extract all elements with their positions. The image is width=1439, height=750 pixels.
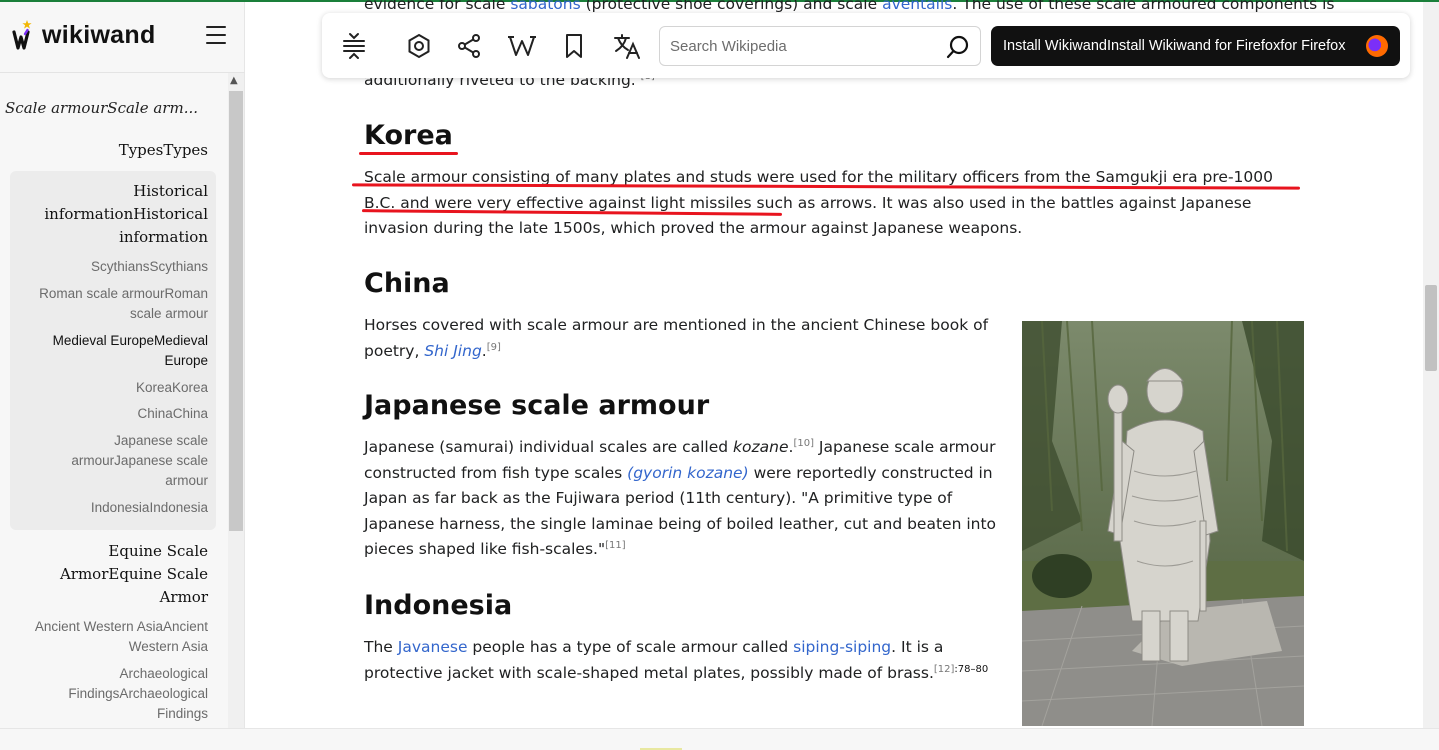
wikiwand-logo-icon [12,20,34,50]
paragraph-indonesia: The Javanese people has a type of scale … [364,638,989,682]
brand-name: wikiwand [42,20,156,49]
wikipedia-icon[interactable] [506,30,538,62]
toc-article-title[interactable]: Scale armourScale arm... [5,99,198,117]
article-toolbar: Install WikiwandInstall Wikiwand for Fir… [322,13,1410,78]
toc-item-historical-information[interactable]: Historical informationHistorical informa… [28,180,208,249]
toc-item-archaeological-findings[interactable]: Archaeological FindingsArchaeological Fi… [18,664,208,724]
search-input[interactable] [670,35,930,57]
toc-item-types[interactable]: TypesTypes [8,139,208,162]
menu-icon[interactable] [206,26,226,44]
install-wikiwand-button[interactable]: Install WikiwandInstall Wikiwand for Fir… [991,26,1400,66]
toc-item-indonesia[interactable]: IndonesiaIndonesia [18,498,208,518]
ref-12[interactable]: [12] [934,663,955,674]
statue-image[interactable] [1022,321,1304,726]
sidebar: wikiwand Scale armourScale arm... TypesT… [0,2,245,728]
firefox-icon [1366,35,1388,57]
bookmark-icon[interactable] [558,30,590,62]
search-icon[interactable] [946,35,970,63]
toc-item-roman-scale-armour[interactable]: Roman scale armourRoman scale armour [18,284,208,324]
toc-item-china[interactable]: ChinaChina [18,404,208,424]
ref-pages: :78–80 [954,663,989,675]
table-of-contents-icon[interactable] [338,30,370,62]
bottom-bar [0,728,1439,750]
toc-scrollbar-thumb[interactable] [229,91,243,531]
link-gyorin-kozane[interactable]: (gyorin kozane) [627,464,748,482]
toc-item-medieval-europe[interactable]: Medieval EuropeMedieval Europe [28,331,208,371]
wikiwand-logo[interactable]: wikiwand [12,20,156,50]
link-aventails[interactable]: aventails [882,0,952,13]
toc-item-ancient-western-asia[interactable]: Ancient Western AsiaAncient Western Asia [8,617,208,657]
link-siping-siping[interactable]: siping-siping [793,638,891,656]
heading-japanese-scale-armour: Japanese scale armour [364,390,710,421]
settings-icon[interactable] [403,30,435,62]
table-of-contents: Scale armourScale arm... TypesTypes Hist… [0,73,226,728]
ref-10[interactable]: [10] [793,438,814,449]
toc-item-korea[interactable]: KoreaKorea [18,378,208,398]
toc-item-scythians[interactable]: ScythiansScythians [18,257,208,277]
install-button-label: Install WikiwandInstall Wikiwand for Fir… [1003,38,1346,54]
heading-korea: Korea [364,120,453,151]
toc-item-japanese-scale-armour[interactable]: Japanese scale armourJapanese scale armo… [48,431,208,491]
paragraph-korea: Scale armour consisting of many plates a… [364,168,1273,237]
link-shi-jing[interactable]: Shi Jing [424,342,481,360]
page-scrollbar[interactable] [1423,2,1439,728]
search-box [659,26,981,66]
ref-11[interactable]: [11] [605,540,626,551]
translate-icon[interactable] [611,30,643,62]
link-sabatons[interactable]: sabatons [510,0,580,13]
toc-scrollbar[interactable]: ▲ [228,73,244,728]
paragraph-japanese-scale-armour: Japanese (samurai) individual scales are… [364,437,997,558]
page-scrollbar-thumb[interactable] [1425,285,1437,371]
scroll-up-arrow-icon[interactable]: ▲ [230,75,238,86]
toc-item-equine-scale-armor[interactable]: Equine Scale ArmorEquine Scale Armor [58,540,208,609]
heading-china: China [364,268,450,299]
ref-9[interactable]: [9] [487,341,501,352]
share-icon[interactable] [453,30,485,62]
heading-indonesia: Indonesia [364,590,513,621]
paragraph-china: Horses covered with scale armour are men… [364,316,989,360]
link-javanese[interactable]: Javanese [398,638,468,656]
annotation-underline-heading [359,152,458,155]
